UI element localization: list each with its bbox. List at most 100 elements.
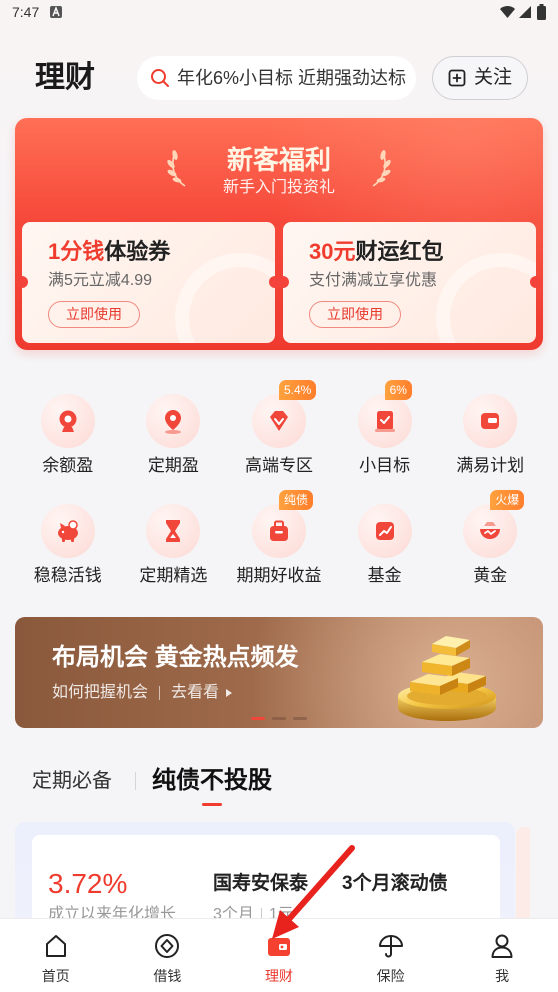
coupon-amount: 1分钱 bbox=[48, 239, 105, 264]
use-now-button[interactable]: 立即使用 bbox=[48, 301, 140, 328]
shortcut-icon-bg bbox=[463, 394, 518, 448]
product-rate: 3.72% bbox=[48, 868, 128, 899]
target-doc-icon bbox=[374, 411, 395, 432]
shortcut-term-selection[interactable]: 定期精选 bbox=[121, 500, 227, 610]
coin-stand-icon bbox=[59, 410, 77, 432]
coupon-amount: 30元 bbox=[309, 239, 356, 264]
piggy-bank-icon bbox=[57, 520, 78, 542]
coupon-decoration bbox=[175, 253, 275, 343]
bottom-nav: 首页 借钱 理财 保险 我 bbox=[0, 918, 558, 992]
shortcut-icon-bg bbox=[251, 504, 306, 558]
shortcut-icon-bg bbox=[40, 504, 95, 558]
a-notification-icon bbox=[50, 6, 62, 18]
coupon-card[interactable]: 1分钱体验券 满5元立减4.99 立即使用 bbox=[22, 222, 275, 343]
diamond-icon bbox=[269, 411, 288, 431]
coupon-name: 财运红包 bbox=[355, 239, 444, 264]
pager-dot bbox=[293, 717, 307, 720]
shortcut-label: 余额盈 bbox=[42, 456, 94, 475]
shortcut-label: 定期精选 bbox=[139, 566, 208, 585]
product-name-end: 3个月滚动债 bbox=[342, 873, 448, 894]
coupon-description: 支付满减立享优惠 bbox=[309, 272, 438, 289]
status-time: 7:47 bbox=[12, 4, 40, 20]
pager-dot bbox=[272, 717, 286, 720]
shortcut-icon-bg bbox=[146, 504, 201, 558]
pin-icon bbox=[165, 410, 182, 434]
gold-banner-title: 布局机会 黄金热点频发 bbox=[52, 644, 299, 671]
shortcut-label: 期期好收益 bbox=[236, 566, 322, 585]
chart-icon bbox=[375, 522, 394, 540]
coupon-decoration bbox=[436, 253, 536, 343]
shortcut-label: 黄金 bbox=[473, 566, 508, 585]
coupon-notch bbox=[530, 276, 542, 288]
status-bar: 7:47 bbox=[0, 0, 558, 26]
gold-promo-banner[interactable]: 布局机会 黄金热点频发 如何把握机会 去看看 bbox=[15, 617, 543, 728]
shortcut-manyi-plan[interactable]: 满易计划 bbox=[437, 390, 543, 500]
hot-badge: 火爆 bbox=[490, 490, 525, 510]
loan-icon bbox=[155, 934, 180, 958]
divider bbox=[159, 686, 161, 700]
signal-icon bbox=[519, 6, 531, 18]
shortcut-gold[interactable]: 火爆 黄金 bbox=[437, 490, 543, 610]
coupon-name: 体验券 bbox=[104, 239, 171, 264]
search-placeholder: 年化6%小目标 近期强劲达标 bbox=[177, 68, 406, 88]
user-icon bbox=[491, 934, 513, 958]
nav-label: 首页 bbox=[41, 968, 70, 984]
umbrella-icon bbox=[378, 935, 403, 958]
nav-home[interactable]: 首页 bbox=[0, 919, 112, 992]
coupon-description: 满5元立减4.99 bbox=[48, 272, 153, 289]
nav-loan[interactable]: 借钱 bbox=[112, 919, 224, 992]
shortcut-steady-cash[interactable]: 稳稳活钱 bbox=[15, 500, 121, 610]
pager-dot bbox=[251, 717, 265, 720]
shortcut-small-goal[interactable]: 6% 小目标 bbox=[332, 380, 438, 500]
wealth-wallet-icon bbox=[267, 938, 290, 956]
coupon-notch bbox=[277, 276, 289, 288]
shortcut-icon-bg bbox=[146, 394, 201, 448]
briefcase-icon bbox=[269, 520, 288, 541]
wallet-card-icon bbox=[481, 413, 500, 429]
shortcut-label: 满易计划 bbox=[456, 456, 525, 475]
shortcut-label: 定期盈 bbox=[147, 456, 199, 475]
gold-banner-link-text: 如何把握机会 bbox=[52, 684, 149, 701]
nav-me[interactable]: 我 bbox=[446, 919, 558, 992]
shortcut-icon-bg bbox=[357, 504, 412, 558]
bond-badge: 纯债 bbox=[278, 490, 313, 510]
tab-divider bbox=[135, 772, 136, 790]
plus-square-icon bbox=[448, 69, 466, 87]
go-see-link[interactable]: 去看看 bbox=[171, 683, 219, 703]
shortcut-icon-bg bbox=[40, 394, 95, 448]
wifi-icon bbox=[500, 6, 515, 18]
search-input[interactable]: 年化6%小目标 近期强劲达标 bbox=[137, 56, 416, 100]
shortcut-yuerying[interactable]: 余额盈 bbox=[15, 390, 121, 500]
shortcut-periodic-returns[interactable]: 纯债 期期好收益 bbox=[226, 490, 332, 610]
use-now-button[interactable]: 立即使用 bbox=[309, 301, 401, 328]
rate-badge: 5.4% bbox=[278, 380, 317, 400]
shortcut-icon-bg bbox=[251, 394, 306, 448]
tab-regular-essentials[interactable]: 定期必备 bbox=[32, 769, 112, 793]
follow-button[interactable]: 关注 bbox=[432, 56, 528, 100]
product-name: 国寿安保泰 bbox=[213, 873, 309, 894]
coupon-card[interactable]: 30元财运红包 支付满减立享优惠 立即使用 bbox=[283, 222, 536, 343]
gold-bowl-icon bbox=[480, 522, 501, 539]
shortcut-label: 高端专区 bbox=[244, 456, 313, 475]
active-tab-indicator bbox=[202, 803, 222, 806]
nav-wealth[interactable]: 理财 bbox=[223, 919, 335, 992]
gold-bars-image bbox=[398, 636, 496, 721]
shortcut-dingqiying[interactable]: 定期盈 bbox=[121, 390, 227, 500]
shortcut-label: 基金 bbox=[367, 566, 402, 585]
tab-pure-bond[interactable]: 纯债不投股 bbox=[152, 766, 272, 796]
coupon-notch bbox=[16, 276, 28, 288]
shortcut-label: 小目标 bbox=[359, 456, 411, 475]
shortcut-icon-bg bbox=[357, 394, 412, 448]
shortcut-fund[interactable]: 基金 bbox=[332, 500, 438, 610]
nav-label: 借钱 bbox=[153, 968, 182, 984]
rate-badge: 6% bbox=[384, 380, 412, 400]
new-user-promo-banner[interactable]: 新客福利 新手入门投资礼 1分钱体验券 满5元立减4.99 立即使用 30元财运… bbox=[15, 118, 543, 350]
shortcut-premium-zone[interactable]: 5.4% 高端专区 bbox=[226, 380, 332, 500]
product-shortcut-grid: 余额盈 定期盈 5.4% 高端专区 6% 小目标 满易计划 稳稳活钱 定期精选 … bbox=[15, 380, 543, 610]
nav-label: 理财 bbox=[264, 968, 293, 984]
hourglass-icon bbox=[166, 520, 181, 542]
battery-icon bbox=[537, 4, 546, 20]
nav-insurance[interactable]: 保险 bbox=[335, 919, 447, 992]
nav-label: 保险 bbox=[376, 968, 405, 984]
coupon-heading: 1分钱体验券 bbox=[48, 238, 170, 266]
